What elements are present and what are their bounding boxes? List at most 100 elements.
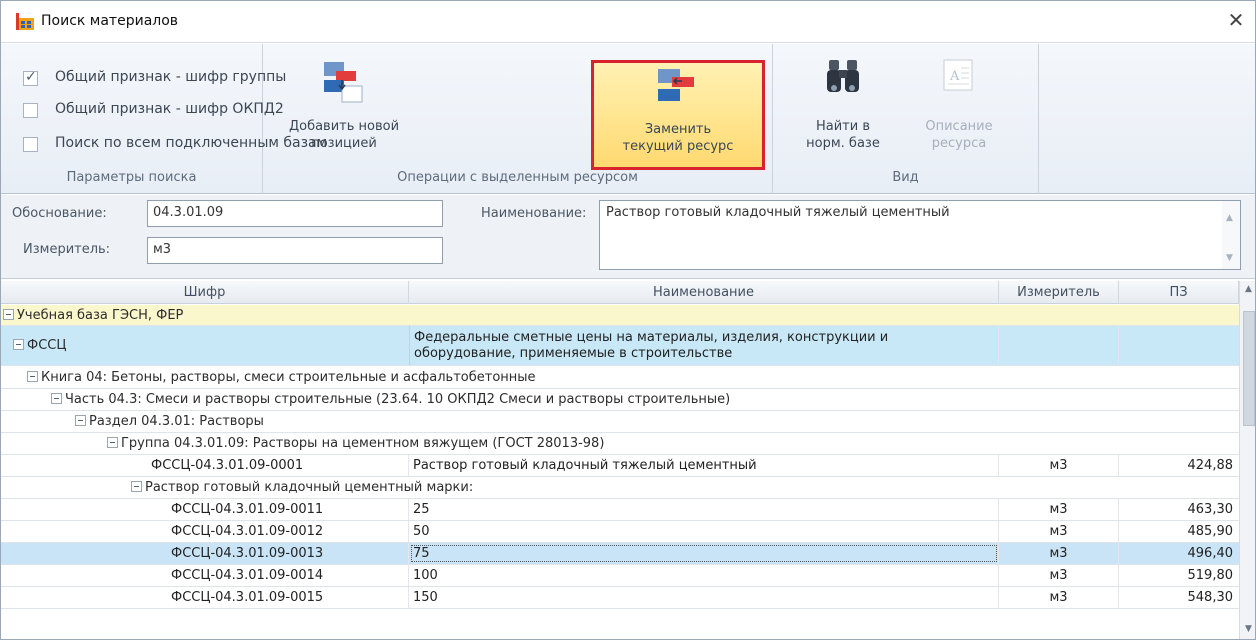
row-unit: м3	[999, 521, 1119, 542]
column-header-code[interactable]: Шифр	[1, 281, 409, 304]
column-header-unit[interactable]: Измеритель	[999, 281, 1119, 304]
name-label: Наименование:	[481, 206, 587, 221]
row-unit: м3	[999, 587, 1119, 608]
row-price: 424,88	[1187, 458, 1234, 473]
row-price: 519,80	[1187, 568, 1234, 583]
checkbox-all-bases[interactable]	[23, 137, 38, 152]
find-in-norm-base-button[interactable]: Найти в норм. базе	[783, 52, 903, 160]
tree-node-fsc-name-line2: оборудование, применяемые в строительств…	[414, 346, 733, 361]
close-button[interactable]: ✕	[1223, 9, 1249, 33]
collapse-icon[interactable]	[13, 339, 24, 350]
view-group: Найти в норм. базе A Описание ресурса Ви…	[773, 44, 1039, 194]
tree-node-book-label: Книга 04: Бетоны, растворы, смеси строит…	[41, 370, 536, 385]
title-bar: Поиск материалов ✕	[1, 1, 1255, 43]
table-row[interactable]: ФССЦ-04.3.01.09-0001 Раствор готовый кла…	[1, 455, 1239, 477]
row-name: 50	[409, 521, 999, 542]
app-table-icon	[16, 13, 34, 30]
search-params-group: Общий признак - шифр группы Общий призна…	[1, 44, 327, 194]
unit-label: Измеритель:	[23, 242, 111, 257]
option-okpd2-code-label: Общий признак - шифр ОКПД2	[55, 101, 284, 117]
tree-node-section[interactable]: Раздел 04.3.01: Растворы	[1, 411, 1239, 433]
table-row[interactable]: ФССЦ-04.3.01.09-0014 100 м3 519,80	[1, 565, 1239, 587]
row-name: 25	[409, 499, 999, 520]
binoculars-icon	[827, 60, 859, 92]
row-price: 463,30	[1187, 502, 1234, 517]
name-field-scrollbar[interactable]: ▲ ▼	[1222, 201, 1240, 269]
collapse-icon[interactable]	[3, 309, 14, 320]
search-params-group-label: Параметры поиска	[66, 170, 197, 185]
tree-node-book[interactable]: Книга 04: Бетоны, растворы, смеси строит…	[1, 367, 1239, 389]
add-new-position-button[interactable]: Добавить новой позицией	[269, 52, 419, 160]
resource-description-label: Описание ресурса	[925, 119, 993, 151]
row-unit: м3	[999, 499, 1119, 520]
column-header-name[interactable]: Наименование	[409, 281, 999, 304]
view-group-label: Вид	[892, 170, 919, 185]
tree-node-section-label: Раздел 04.3.01: Растворы	[89, 414, 264, 429]
row-unit: м3	[999, 455, 1119, 476]
collapse-icon[interactable]	[27, 371, 38, 382]
row-unit: м3	[999, 543, 1119, 564]
unit-field[interactable]: м3	[147, 237, 443, 264]
tree-node-group[interactable]: Группа 04.3.01.09: Растворы на цементном…	[1, 433, 1239, 455]
scroll-down-icon[interactable]: ▼	[1226, 253, 1233, 263]
grid-header: Шифр Наименование Измеритель ПЗ	[1, 281, 1239, 304]
collapse-icon[interactable]	[75, 415, 86, 426]
option-group-code-label: Общий признак - шифр группы	[55, 69, 287, 85]
row-code: ФССЦ-04.3.01.09-0001	[1, 455, 409, 476]
row-price: 548,30	[1187, 590, 1234, 605]
operations-group-label: Операции с выделенным ресурсом	[397, 170, 638, 185]
tree-node-base[interactable]: Учебная база ГЭСН, ФЕР	[1, 305, 1239, 326]
row-name: Раствор готовый кладочный тяжелый цемент…	[409, 455, 999, 476]
replace-row-icon	[658, 69, 694, 101]
svg-text:A: A	[949, 69, 960, 84]
row-name: 100	[409, 565, 999, 586]
tree-node-subgroup[interactable]: Раствор готовый кладочный цементный марк…	[1, 477, 1239, 499]
add-row-icon	[324, 62, 363, 103]
scroll-up-icon[interactable]: ▲	[1245, 284, 1252, 294]
checkbox-group-code[interactable]	[23, 69, 38, 86]
column-header-price[interactable]: ПЗ	[1119, 281, 1239, 304]
replace-current-resource-label: Заменить текущий ресурс	[622, 122, 734, 154]
resource-description-button[interactable]: A Описание ресурса	[901, 52, 1017, 160]
materials-grid: Шифр Наименование Измеритель ПЗ Учебная …	[1, 281, 1255, 639]
scroll-down-icon[interactable]: ▼	[1245, 624, 1252, 634]
table-row[interactable]: ФССЦ-04.3.01.09-0015 150 м3 548,30	[1, 587, 1239, 609]
collapse-icon[interactable]	[131, 481, 142, 492]
row-code: ФССЦ-04.3.01.09-0015	[1, 587, 409, 608]
row-unit: м3	[999, 565, 1119, 586]
row-price: 496,40	[1187, 546, 1234, 561]
tree-node-fsc-unit	[999, 326, 1119, 365]
tree-node-part-label: Часть 04.3: Смеси и растворы строительны…	[65, 392, 731, 407]
tree-node-group-label: Группа 04.3.01.09: Растворы на цементном…	[121, 436, 605, 451]
scrollbar-thumb[interactable]	[1243, 311, 1255, 426]
justification-field[interactable]: 04.3.01.09	[147, 200, 443, 227]
row-code: ФССЦ-04.3.01.09-0014	[1, 565, 409, 586]
tree-node-fsc-code: ФССЦ	[27, 338, 67, 353]
search-materials-window: Поиск материалов ✕ Общий признак - шифр …	[0, 0, 1256, 640]
replace-current-resource-button[interactable]: Заменить текущий ресурс	[591, 60, 765, 170]
tree-node-subgroup-label: Раствор готовый кладочный цементный марк…	[145, 480, 474, 495]
table-row[interactable]: ФССЦ-04.3.01.09-0012 50 м3 485,90	[1, 521, 1239, 543]
checkbox-okpd2-code[interactable]	[23, 103, 38, 118]
scroll-up-icon[interactable]: ▲	[1226, 213, 1233, 223]
document-icon: A	[943, 59, 973, 91]
tree-node-fsc[interactable]: ФССЦ Федеральные сметные цены на материа…	[1, 326, 1239, 366]
find-in-norm-base-label: Найти в норм. базе	[806, 119, 880, 151]
operations-group: Добавить новой позицией Заменить текущий…	[263, 44, 773, 194]
tree-node-part[interactable]: Часть 04.3: Смеси и растворы строительны…	[1, 389, 1239, 411]
add-new-position-label: Добавить новой позицией	[288, 119, 400, 151]
row-name: 150	[409, 587, 999, 608]
table-row-selected[interactable]: ФССЦ-04.3.01.09-0013 75 м3 496,40	[1, 543, 1239, 565]
name-field-text: Раствор готовый кладочный тяжелый цемент…	[606, 205, 950, 220]
tree-node-fsc-code-cell: ФССЦ	[1, 326, 409, 365]
tree-node-fsc-name: Федеральные сметные цены на материалы, и…	[409, 326, 999, 365]
grid-scrollbar[interactable]: ▲ ▼	[1239, 281, 1255, 639]
collapse-icon[interactable]	[107, 437, 118, 448]
row-price: 485,90	[1187, 524, 1234, 539]
collapse-icon[interactable]	[51, 393, 62, 404]
row-code: ФССЦ-04.3.01.09-0012	[1, 521, 409, 542]
window-title: Поиск материалов	[41, 13, 179, 29]
name-field[interactable]: Раствор готовый кладочный тяжелый цемент…	[599, 200, 1241, 270]
table-row[interactable]: ФССЦ-04.3.01.09-0011 25 м3 463,30	[1, 499, 1239, 521]
tree-node-fsc-name-line1: Федеральные сметные цены на материалы, и…	[414, 330, 889, 345]
